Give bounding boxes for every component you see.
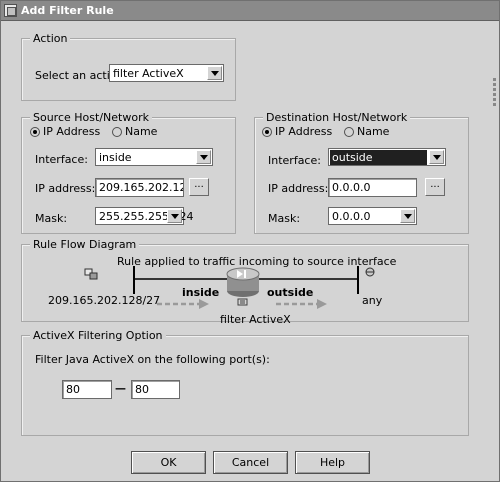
destination-name-radio[interactable] xyxy=(344,127,354,137)
source-ip-field[interactable]: 209.165.202.128 xyxy=(95,178,184,197)
destination-mask-value: 0.0.0.0 xyxy=(332,210,371,223)
title-bar[interactable]: Add Filter Rule xyxy=(1,1,499,21)
chevron-down-icon[interactable] xyxy=(400,209,415,223)
port-from-field[interactable]: 80 xyxy=(62,380,112,399)
rule-flow-diagram xyxy=(84,266,375,309)
source-ip-browse-button[interactable]: ... xyxy=(189,178,209,196)
chevron-down-icon[interactable] xyxy=(196,150,211,164)
source-ip-label: IP address: xyxy=(35,182,96,195)
firewall-device-icon xyxy=(226,267,260,297)
help-button[interactable]: Help xyxy=(295,451,370,474)
destination-interface-select[interactable]: outside xyxy=(328,148,446,166)
action-select-value: filter ActiveX xyxy=(113,67,184,80)
destination-ip-label: IP address: xyxy=(268,182,329,195)
source-ip-radio-label[interactable]: IP Address xyxy=(43,125,100,138)
destination-name-radio-label[interactable]: Name xyxy=(357,125,389,138)
action-select[interactable]: filter ActiveX xyxy=(109,64,224,82)
destination-ip-radio-label[interactable]: IP Address xyxy=(275,125,332,138)
destination-ip-radio[interactable] xyxy=(262,127,272,137)
host-icon xyxy=(84,268,98,280)
window-icon xyxy=(4,4,17,17)
destination-interface-label: Interface: xyxy=(268,154,321,167)
filter-icon xyxy=(237,298,248,306)
source-interface-label: Interface: xyxy=(35,153,88,166)
source-ip-radio[interactable] xyxy=(30,127,40,137)
source-interface-select[interactable]: inside xyxy=(95,148,213,166)
flow-arrow-left xyxy=(157,299,209,309)
ok-button[interactable]: OK xyxy=(131,451,206,474)
cancel-button[interactable]: Cancel xyxy=(213,451,288,474)
source-mask-label: Mask: xyxy=(35,212,68,225)
globe-icon xyxy=(365,267,375,277)
chevron-down-icon[interactable] xyxy=(207,66,222,80)
source-name-radio[interactable] xyxy=(112,127,122,137)
resize-grip[interactable] xyxy=(493,76,497,116)
chevron-down-icon[interactable] xyxy=(167,209,182,223)
port-to-field[interactable]: 80 xyxy=(131,380,180,399)
chevron-down-icon[interactable] xyxy=(429,150,444,164)
destination-ip-browse-button[interactable]: ... xyxy=(425,178,445,196)
source-name-radio-label[interactable]: Name xyxy=(125,125,157,138)
source-interface-value: inside xyxy=(99,151,132,164)
source-mask-select[interactable]: 255.255.255.224 xyxy=(95,207,193,225)
window-title: Add Filter Rule xyxy=(21,4,114,17)
port-range-separator: — xyxy=(115,382,126,395)
destination-mask-label: Mask: xyxy=(268,212,301,225)
add-filter-rule-dialog: Add Filter Rule Action Select an action:… xyxy=(0,0,500,482)
flow-arrow-right xyxy=(276,299,327,309)
source-legend: Source Host/Network xyxy=(30,111,152,124)
destination-ip-field[interactable]: 0.0.0.0 xyxy=(328,178,417,197)
action-legend: Action xyxy=(30,32,71,45)
destination-legend: Destination Host/Network xyxy=(263,111,411,124)
activex-filtering-legend: ActiveX Filtering Option xyxy=(30,329,166,342)
destination-interface-value: outside xyxy=(330,150,427,165)
activex-description: Filter Java ActiveX on the following por… xyxy=(35,353,270,366)
destination-mask-select[interactable]: 0.0.0.0 xyxy=(328,207,417,225)
